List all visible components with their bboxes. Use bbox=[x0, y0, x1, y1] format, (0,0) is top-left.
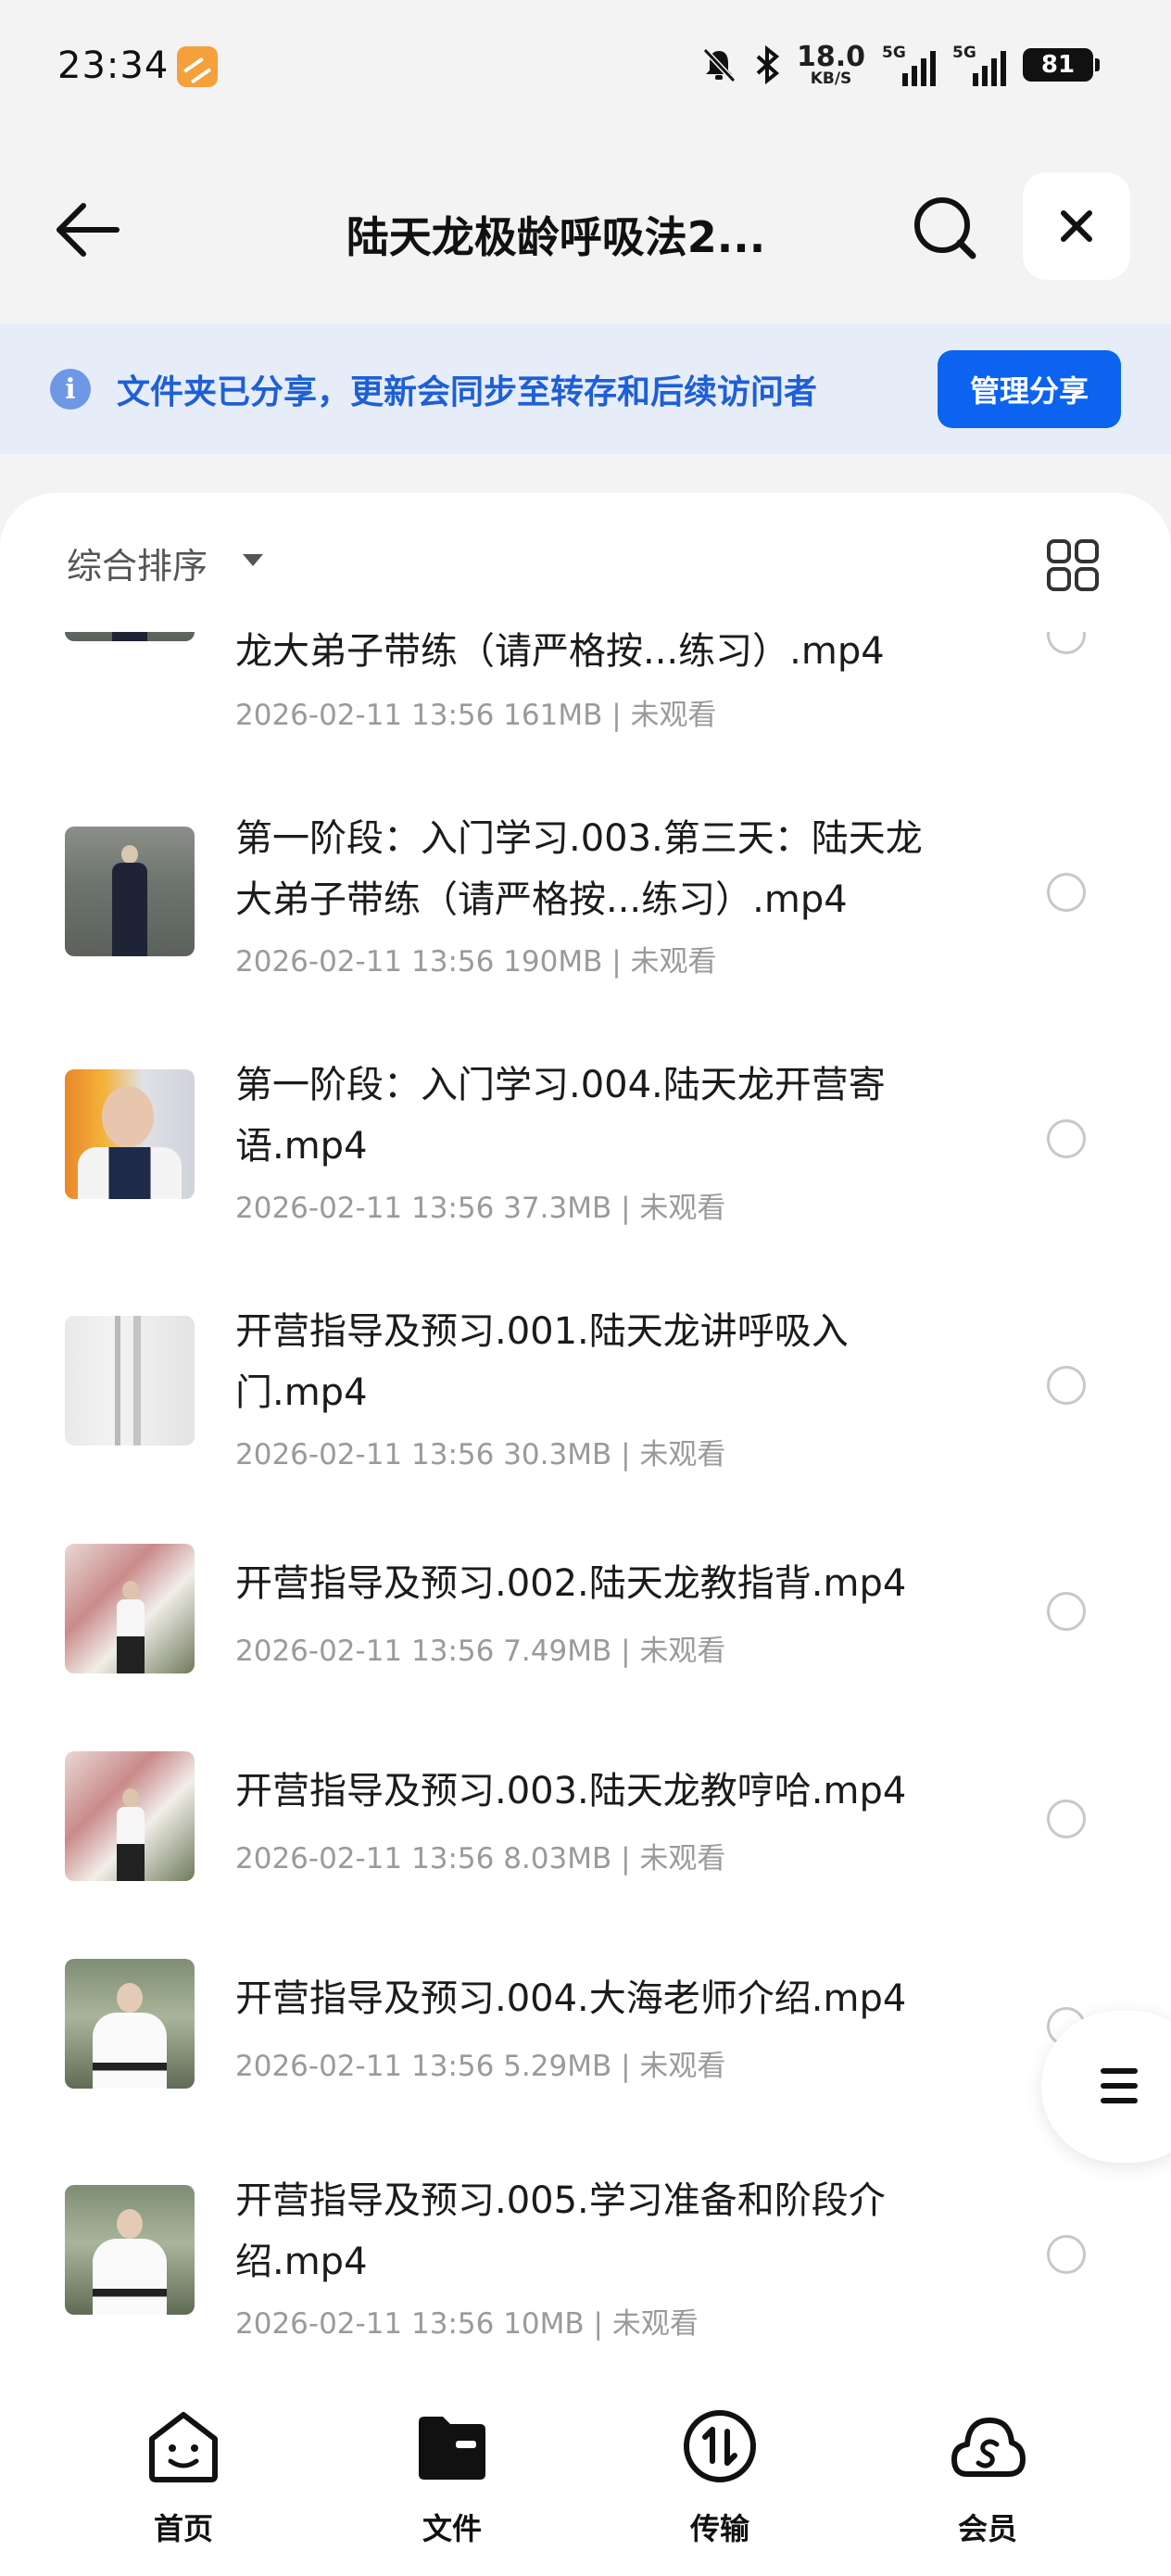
search-icon[interactable] bbox=[908, 191, 982, 265]
smile-home-icon bbox=[149, 2412, 218, 2482]
nav-label: 首页 bbox=[153, 2511, 213, 2546]
file-name: 开营指导及预习.004.大海老师介绍.mp4 bbox=[235, 1977, 907, 2020]
menu-lines-icon bbox=[1101, 2068, 1138, 2113]
nav-label: 会员 bbox=[957, 2511, 1017, 2546]
select-radio[interactable] bbox=[1047, 1799, 1086, 1838]
file-name: 第一阶段：入门学习.004.陆天龙开营寄语.mp4 bbox=[235, 1064, 886, 1168]
bottom-nav: 首页 文件 传输 会员 bbox=[0, 2383, 1171, 2576]
file-meta: 2026-02-11 13:56 37.3MB | 未观看 bbox=[235, 1192, 726, 1225]
video-thumbnail bbox=[65, 1316, 195, 1446]
nav-transfer[interactable]: 传输 bbox=[646, 2407, 794, 2546]
nav-label: 传输 bbox=[689, 2511, 749, 2546]
video-thumbnail bbox=[65, 2185, 195, 2315]
caret-down-icon[interactable] bbox=[243, 554, 263, 566]
select-radio[interactable] bbox=[1047, 1366, 1086, 1405]
signal-icon: 5G bbox=[882, 44, 936, 86]
select-radio[interactable] bbox=[1047, 1592, 1086, 1631]
file-meta: 2026-02-11 13:56 5.29MB | 未观看 bbox=[235, 2050, 726, 2083]
close-icon bbox=[1061, 210, 1092, 242]
manage-share-button[interactable]: 管理分享 bbox=[938, 350, 1121, 428]
nav-files[interactable]: 文件 bbox=[378, 2407, 526, 2546]
file-meta: 2026-02-11 13:56 30.3MB | 未观看 bbox=[235, 1438, 726, 1471]
grid-view-icon[interactable] bbox=[1045, 537, 1101, 593]
file-name: 开营指导及预习.001.陆天龙讲呼吸入门.mp4 bbox=[235, 1310, 849, 1414]
nav-label: 文件 bbox=[422, 2511, 482, 2546]
video-thumbnail bbox=[65, 1959, 195, 2089]
file-name: 第一阶段：入门学习.003.第三天：陆天龙大弟子带练（请严格按...练习）.mp… bbox=[235, 817, 923, 921]
file-name: 开营指导及预习.005.学习准备和阶段介绍.mp4 bbox=[235, 2179, 886, 2283]
share-banner: i 文件夹已分享，更新会同步至转存和后续访问者 管理分享 bbox=[0, 324, 1171, 454]
mute-bell-icon bbox=[702, 47, 737, 83]
video-thumbnail bbox=[65, 1751, 195, 1881]
info-icon: i bbox=[50, 369, 91, 410]
file-meta: 2026-02-11 13:56 10MB | 未观看 bbox=[235, 2307, 699, 2341]
status-time: 23:34 bbox=[57, 44, 170, 87]
header: 陆天龙极龄呼吸法2... bbox=[0, 167, 1171, 306]
file-meta: 2026-02-11 13:56 7.49MB | 未观看 bbox=[235, 1635, 726, 1668]
app-notification-icon bbox=[177, 46, 218, 87]
page-title: 陆天龙极龄呼吸法2... bbox=[346, 212, 766, 262]
video-thumbnail bbox=[65, 827, 195, 956]
file-list-card: 综合排序 龙大弟子带练（请严格按...练习）.mp4 2026-02-11 13… bbox=[0, 493, 1171, 2383]
close-button[interactable] bbox=[1023, 172, 1130, 280]
network-speed: 18.0 KB/S bbox=[796, 40, 865, 88]
file-name: 开营指导及预习.003.陆天龙教哼哈.mp4 bbox=[235, 1770, 907, 1812]
status-indicators: 18.0 KB/S 5G 5G 81 bbox=[700, 37, 1100, 93]
cloud-member-icon bbox=[951, 2418, 1026, 2477]
transfer-icon bbox=[684, 2410, 756, 2482]
select-radio[interactable] bbox=[1047, 1119, 1086, 1158]
share-notice-text: 文件夹已分享，更新会同步至转存和后续访问者 bbox=[117, 373, 818, 411]
file-name: 开营指导及预习.002.陆天龙教指背.mp4 bbox=[235, 1562, 907, 1605]
sort-dropdown[interactable]: 综合排序 bbox=[67, 537, 208, 588]
select-radio[interactable] bbox=[1047, 2235, 1086, 2274]
file-meta: 2026-02-11 13:56 161MB | 未观看 bbox=[235, 699, 717, 732]
video-thumbnail bbox=[65, 1069, 195, 1199]
file-meta: 2026-02-11 13:56 190MB | 未观看 bbox=[235, 945, 717, 979]
file-meta: 2026-02-11 13:56 8.03MB | 未观看 bbox=[235, 1842, 726, 1875]
nav-home[interactable]: 首页 bbox=[109, 2407, 258, 2546]
video-thumbnail bbox=[65, 1544, 195, 1673]
status-bar: 23:34 18.0 KB/S 5G 5G 81 bbox=[0, 0, 1171, 139]
back-arrow-icon[interactable] bbox=[52, 195, 122, 265]
battery-icon: 81 bbox=[1023, 48, 1100, 82]
sort-bar: 综合排序 bbox=[0, 493, 1171, 632]
bluetooth-icon bbox=[756, 45, 780, 84]
folder-icon bbox=[419, 2417, 485, 2480]
nav-member[interactable]: 会员 bbox=[913, 2407, 1062, 2546]
signal-icon: 5G bbox=[952, 44, 1006, 86]
select-radio[interactable] bbox=[1047, 873, 1086, 912]
